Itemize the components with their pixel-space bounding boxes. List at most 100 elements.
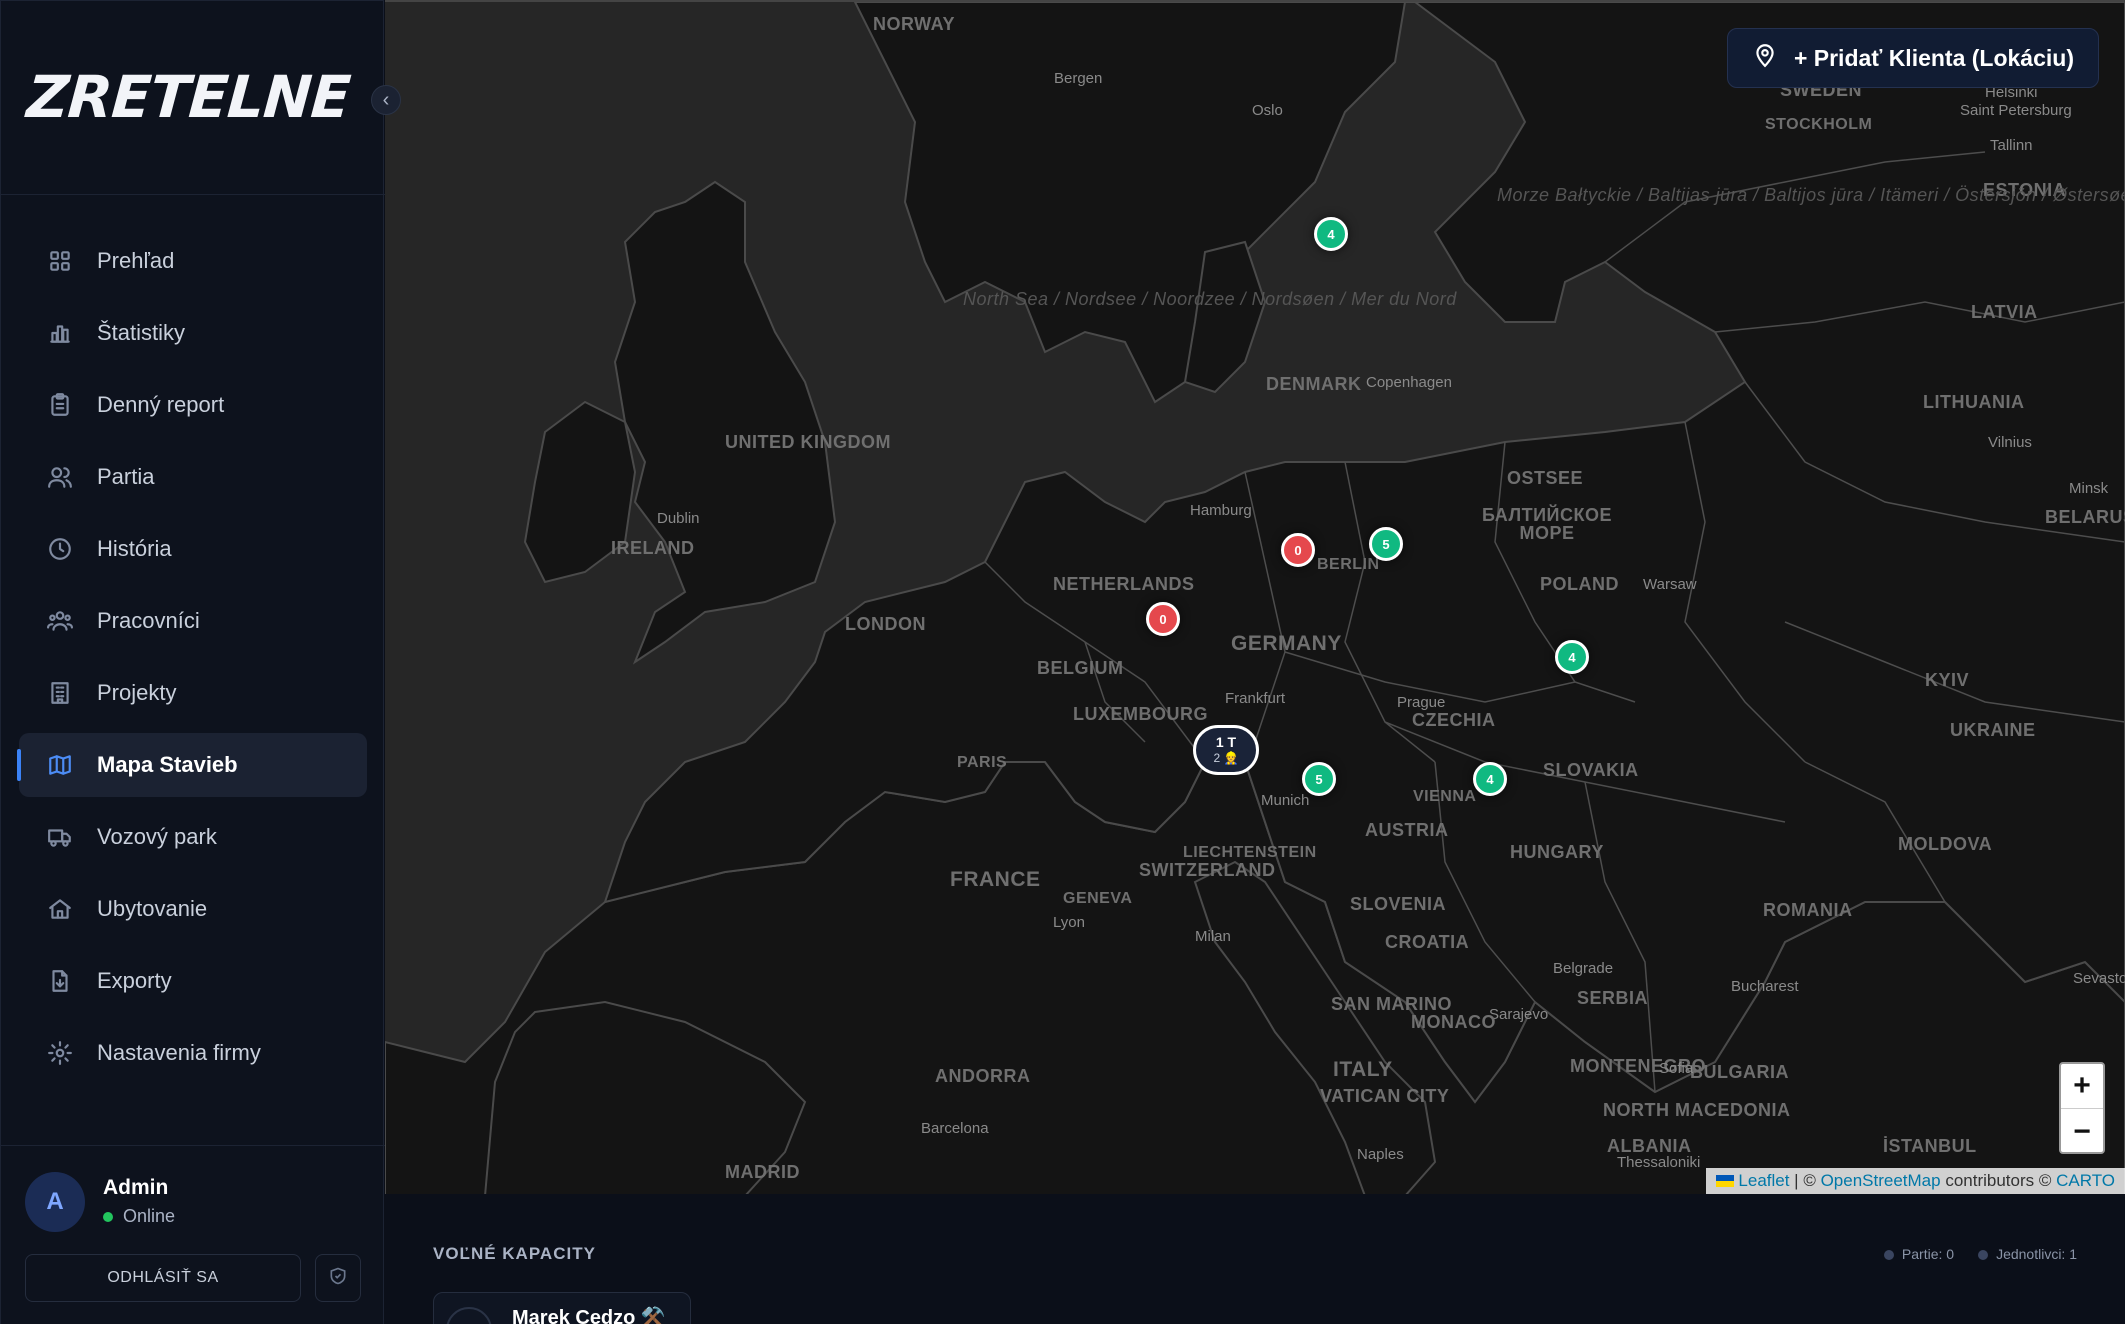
map-label-city: Sevastopol xyxy=(2073,970,2125,987)
sidebar-item-vozovy-park[interactable]: Vozový park xyxy=(19,805,367,869)
map-view[interactable]: NORWAY STOCKHOLM SWEDEN Bergen Oslo Hels… xyxy=(385,0,2125,1194)
avatar[interactable]: A xyxy=(25,1172,85,1232)
sidebar-item-ubytovanie[interactable]: Ubytovanie xyxy=(19,877,367,941)
map-marker[interactable]: 5 xyxy=(1369,527,1403,561)
openstreetmap-link[interactable]: OpenStreetMap xyxy=(1821,1171,1941,1191)
map-label-sea: Ostsee xyxy=(1507,468,1584,488)
zoom-in-button[interactable]: + xyxy=(2061,1064,2103,1109)
app-logo: ZRETELNE xyxy=(24,63,353,131)
chevron-left-icon: ‹ xyxy=(382,88,390,111)
grid-icon xyxy=(45,246,75,276)
attribution-separator: | © xyxy=(1789,1171,1821,1190)
file-export-icon xyxy=(45,966,75,996)
map-label-capital: İSTANBUL xyxy=(1883,1136,1977,1156)
map-label-country: LITHUANIA xyxy=(1923,392,2025,412)
truck-icon xyxy=(45,822,75,852)
sidebar-item-label: Denný report xyxy=(97,392,225,417)
map-label-country: LATVIA xyxy=(1971,302,2038,322)
map-label-country: MOLDOVA xyxy=(1898,834,1993,854)
sidebar-item-label: Pracovníci xyxy=(97,608,200,633)
sidebar-item-mapa-stavieb[interactable]: Mapa Stavieb xyxy=(17,733,367,797)
map-label-capital: BERLIN xyxy=(1317,556,1380,573)
sidebar-item-exporty[interactable]: Exporty xyxy=(19,949,367,1013)
sidebar: ZRETELNE ‹ Prehľad Štatistiky Denný repo… xyxy=(0,0,401,1324)
worker-name: Marek Cedzo ⚒️ xyxy=(512,1307,666,1324)
team-marker[interactable]: 1 T 2 👷 xyxy=(1193,725,1259,775)
carto-link[interactable]: CARTO xyxy=(2056,1171,2115,1191)
worker-avatar xyxy=(446,1307,492,1324)
map-label-city: Lyon xyxy=(1053,914,1085,931)
online-status-dot xyxy=(103,1211,113,1222)
map-label-city: Barcelona xyxy=(921,1120,989,1137)
collapse-sidebar-button[interactable]: ‹ xyxy=(371,85,401,115)
map-label-country: SWITZERLAND xyxy=(1139,860,1276,880)
map-label-city: Tallinn xyxy=(1990,137,2033,154)
team-icon xyxy=(45,606,75,636)
add-client-button[interactable]: + Pridať Klienta (Lokáciu) xyxy=(1726,28,2099,88)
sidebar-item-statistiky[interactable]: Štatistiky xyxy=(19,301,367,365)
sidebar-item-label: Prehľad xyxy=(97,248,175,273)
logo-area: ZRETELNE xyxy=(1,1,385,195)
map-label-city: Dublin xyxy=(657,510,700,527)
sidebar-item-label: Projekty xyxy=(97,680,177,705)
sidebar-item-label: Mapa Stavieb xyxy=(97,752,238,777)
map-label-country: NORTH MACEDONIA xyxy=(1603,1100,1791,1120)
ukraine-flag-icon xyxy=(1716,1175,1735,1187)
map-marker[interactable]: 4 xyxy=(1555,640,1589,674)
gear-icon xyxy=(45,1038,75,1068)
map-label-capital: PARIS xyxy=(957,754,1008,771)
capacity-legend: Partie: 0 Jednotlivci: 1 xyxy=(1883,1246,2077,1262)
sidebar-item-label: Partia xyxy=(97,464,155,489)
attribution-contributors: contributors © xyxy=(1940,1171,2057,1190)
capacity-panel: VOĽNÉ KAPACITY Partie: 0 Jednotlivci: 1 … xyxy=(385,1194,2125,1324)
map-marker[interactable]: 4 xyxy=(1314,217,1348,251)
leaflet-link[interactable]: Leaflet xyxy=(1738,1171,1789,1191)
sidebar-item-denny-report[interactable]: Denný report xyxy=(19,373,367,437)
zoom-out-button[interactable]: − xyxy=(2061,1109,2103,1154)
map-label-city: Naples xyxy=(1357,1146,1404,1163)
map-label-country: VATICAN CITY xyxy=(1320,1086,1450,1106)
map-label-country: ANDORRA xyxy=(935,1066,1031,1086)
map-label-country: CZECHIA xyxy=(1412,710,1496,730)
worker-card[interactable]: Marek Cedzo ⚒️ xyxy=(433,1292,691,1324)
map-label-city: Belgrade xyxy=(1553,960,1614,977)
map-label-country: AUSTRIA xyxy=(1365,820,1449,840)
logout-button[interactable]: ODHLÁSIŤ SA xyxy=(25,1254,301,1302)
map-marker[interactable]: 0 xyxy=(1281,533,1315,567)
map-label-country: GERMANY xyxy=(1231,632,1342,655)
map-label-country: MONACO xyxy=(1411,1012,1496,1032)
users-icon xyxy=(45,462,75,492)
sidebar-item-pracovnici[interactable]: Pracovníci xyxy=(19,589,367,653)
map-marker[interactable]: 4 xyxy=(1473,762,1507,796)
sidebar-item-label: Exporty xyxy=(97,968,172,993)
sidebar-item-prehlad[interactable]: Prehľad xyxy=(19,229,367,293)
map-tiles xyxy=(385,2,2125,1194)
security-button[interactable] xyxy=(315,1254,361,1302)
map-label-country: BELARUS xyxy=(2045,507,2125,527)
map-label-city: Sofia xyxy=(1659,1060,1694,1077)
location-pin-icon xyxy=(1752,42,1794,74)
map-label-city: Sarajevo xyxy=(1489,1006,1549,1023)
sidebar-item-label: Vozový park xyxy=(97,824,217,849)
map-icon xyxy=(45,750,75,780)
sidebar-item-nastavenia-firmy[interactable]: Nastavenia firmy xyxy=(19,1021,367,1085)
clock-icon xyxy=(45,534,75,564)
sidebar-item-projekty[interactable]: Projekty xyxy=(19,661,367,725)
map-label-capital: MADRID xyxy=(725,1162,800,1182)
zoom-control: + − xyxy=(2059,1062,2105,1154)
map-label-city: Warsaw xyxy=(1643,576,1697,593)
user-name: Admin xyxy=(103,1176,169,1199)
map-label-country: HUNGARY xyxy=(1510,842,1604,862)
map-label-city: Prague xyxy=(1397,694,1446,711)
building-icon xyxy=(45,678,75,708)
map-label-capital: GENEVA xyxy=(1063,890,1133,907)
map-label-country: IRELAND xyxy=(611,538,695,558)
clipboard-icon xyxy=(45,390,75,420)
sidebar-item-historia[interactable]: História xyxy=(19,517,367,581)
sidebar-item-partia[interactable]: Partia xyxy=(19,445,367,509)
map-marker[interactable]: 5 xyxy=(1302,762,1336,796)
map-label-city: Thessaloniki xyxy=(1617,1154,1701,1171)
sidebar-item-label: Štatistiky xyxy=(97,320,186,345)
map-label-city: Bucharest xyxy=(1731,978,1799,995)
map-marker[interactable]: 0 xyxy=(1146,602,1180,636)
